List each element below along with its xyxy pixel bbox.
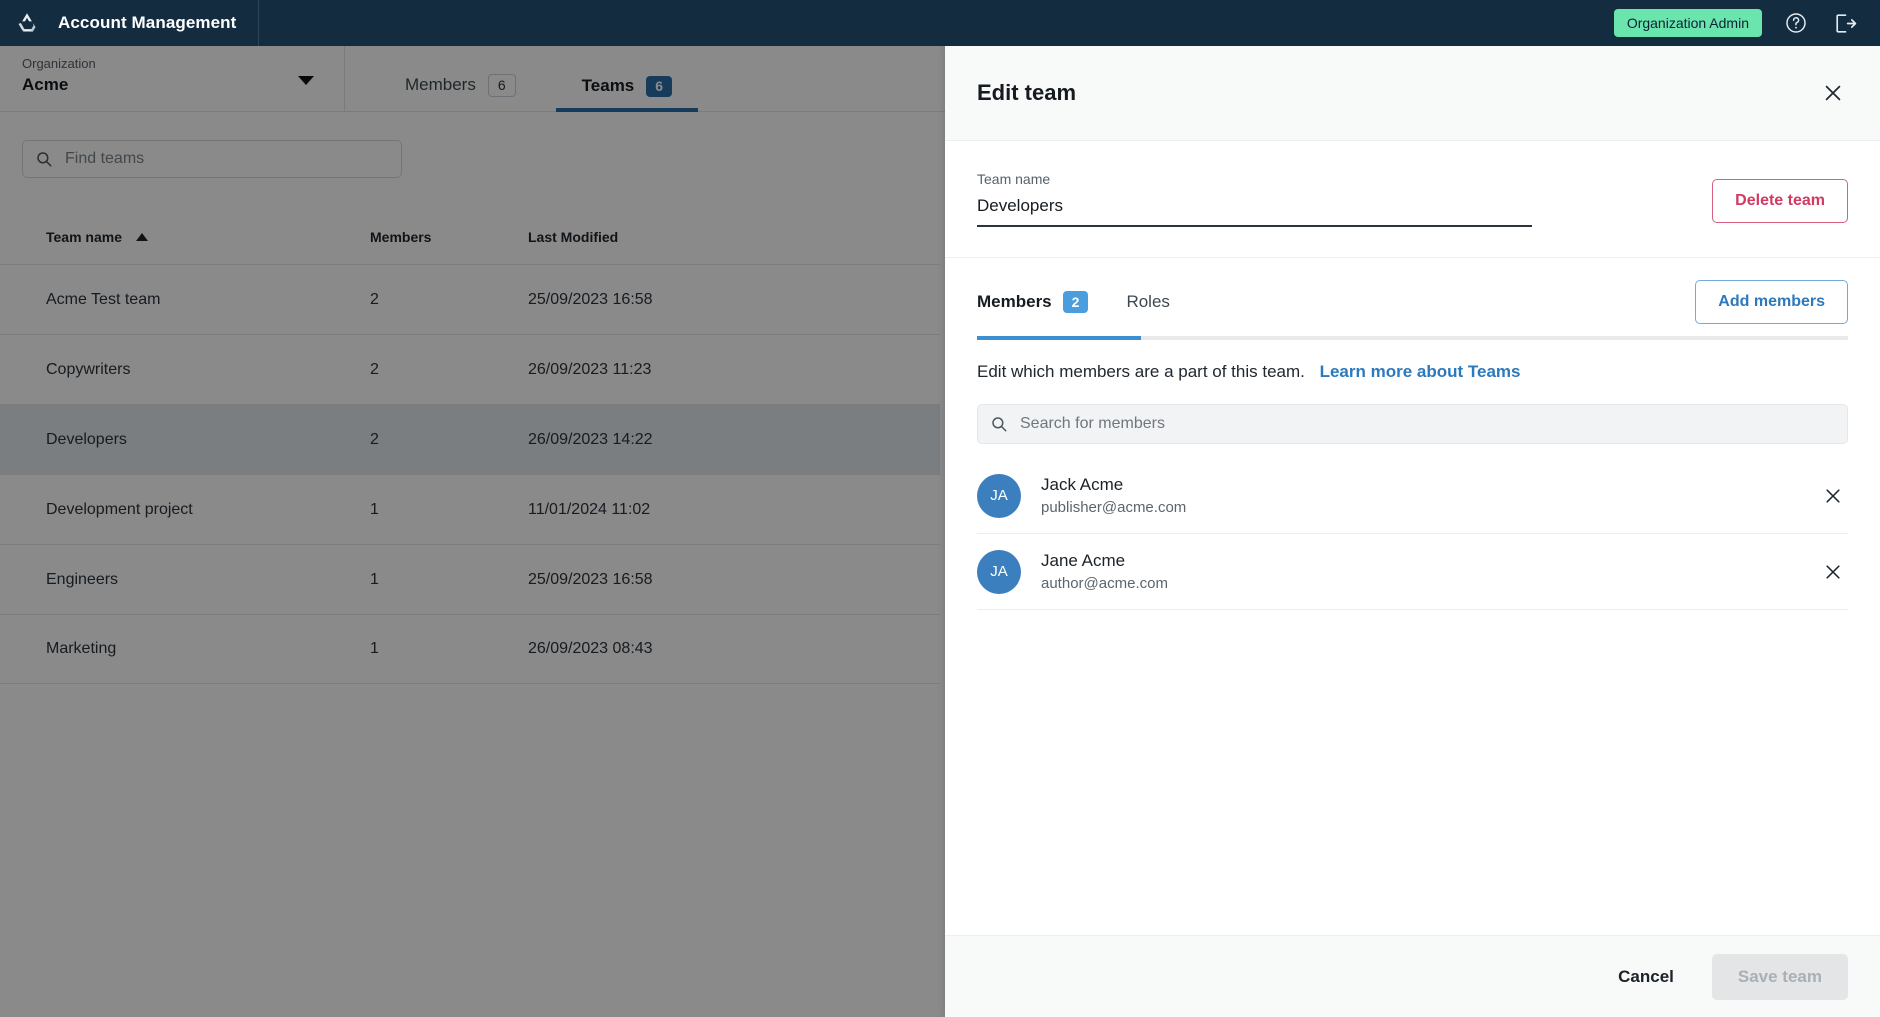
tab-members[interactable]: Members 2	[977, 291, 1089, 329]
remove-member-icon[interactable]	[1818, 481, 1848, 511]
edit-team-panel: Edit team Team name Developers Delete te…	[945, 46, 1880, 1017]
logout-icon[interactable]	[1830, 9, 1858, 37]
team-name-field[interactable]: Team name Developers	[977, 171, 1532, 227]
page-title: Edit team	[977, 80, 1077, 105]
remove-member-icon[interactable]	[1818, 557, 1848, 587]
top-bar: Account Management Organization Admin	[0, 0, 1880, 46]
add-members-button[interactable]: Add members	[1695, 280, 1848, 324]
cancel-button[interactable]: Cancel	[1602, 955, 1690, 999]
learn-more-link[interactable]: Learn more about Teams	[1320, 362, 1521, 381]
sub-tabs-active-indicator	[977, 336, 1141, 340]
member-email: publisher@acme.com	[1041, 499, 1187, 516]
tab-members-label: Members	[977, 292, 1052, 311]
brand: Account Management	[0, 0, 260, 46]
panel-header: Edit team	[945, 46, 1880, 141]
modal-scrim[interactable]	[0, 46, 945, 1017]
member-name: Jane Acme	[1041, 551, 1126, 570]
member-info: Jack Acme publisher@acme.com	[1041, 475, 1186, 516]
member-email: author@acme.com	[1041, 575, 1168, 592]
help-icon[interactable]	[1782, 9, 1810, 37]
member-search-placeholder: Search for members	[1020, 415, 1165, 432]
search-icon	[992, 417, 1007, 432]
app-root: Account Management Organization Admin Or…	[0, 0, 1880, 1017]
brand-title: Account Management	[58, 13, 237, 32]
panel-footer: Cancel Save team	[945, 935, 1880, 1017]
panel-description-text: Edit which members are a part of this te…	[977, 362, 1305, 381]
list-item[interactable]: JA Jack Acme publisher@acme.com	[977, 458, 1848, 534]
panel-description: Edit which members are a part of this te…	[945, 340, 1880, 382]
sub-tabs-underline	[977, 336, 1848, 340]
close-icon[interactable]	[1818, 78, 1848, 108]
app-logo-icon	[18, 13, 36, 32]
tab-members-count: 2	[1062, 291, 1089, 313]
avatar: JA	[977, 549, 1021, 594]
tab-roles[interactable]: Roles	[1126, 292, 1169, 328]
panel-body: Members 2 Roles Add members Edit which m…	[945, 258, 1880, 935]
tab-roles-label: Roles	[1126, 292, 1170, 311]
team-name-input[interactable]: Developers	[977, 196, 1532, 227]
member-name: Jack Acme	[1041, 475, 1124, 494]
member-info: Jane Acme author@acme.com	[1041, 551, 1168, 592]
member-search-input[interactable]: Search for members	[977, 404, 1848, 444]
team-name-section: Team name Developers Delete team	[945, 141, 1880, 258]
delete-team-button[interactable]: Delete team	[1712, 179, 1848, 223]
top-bar-actions: Organization Admin	[1613, 9, 1880, 37]
save-team-button[interactable]: Save team	[1711, 953, 1848, 1000]
role-badge[interactable]: Organization Admin	[1613, 9, 1762, 37]
panel-sub-tabs: Members 2 Roles Add members	[945, 258, 1880, 340]
list-item[interactable]: JA Jane Acme author@acme.com	[977, 534, 1848, 610]
member-list: JA Jack Acme publisher@acme.com JA Jane	[977, 458, 1848, 935]
avatar: JA	[977, 473, 1021, 518]
team-name-label: Team name	[977, 171, 1051, 187]
